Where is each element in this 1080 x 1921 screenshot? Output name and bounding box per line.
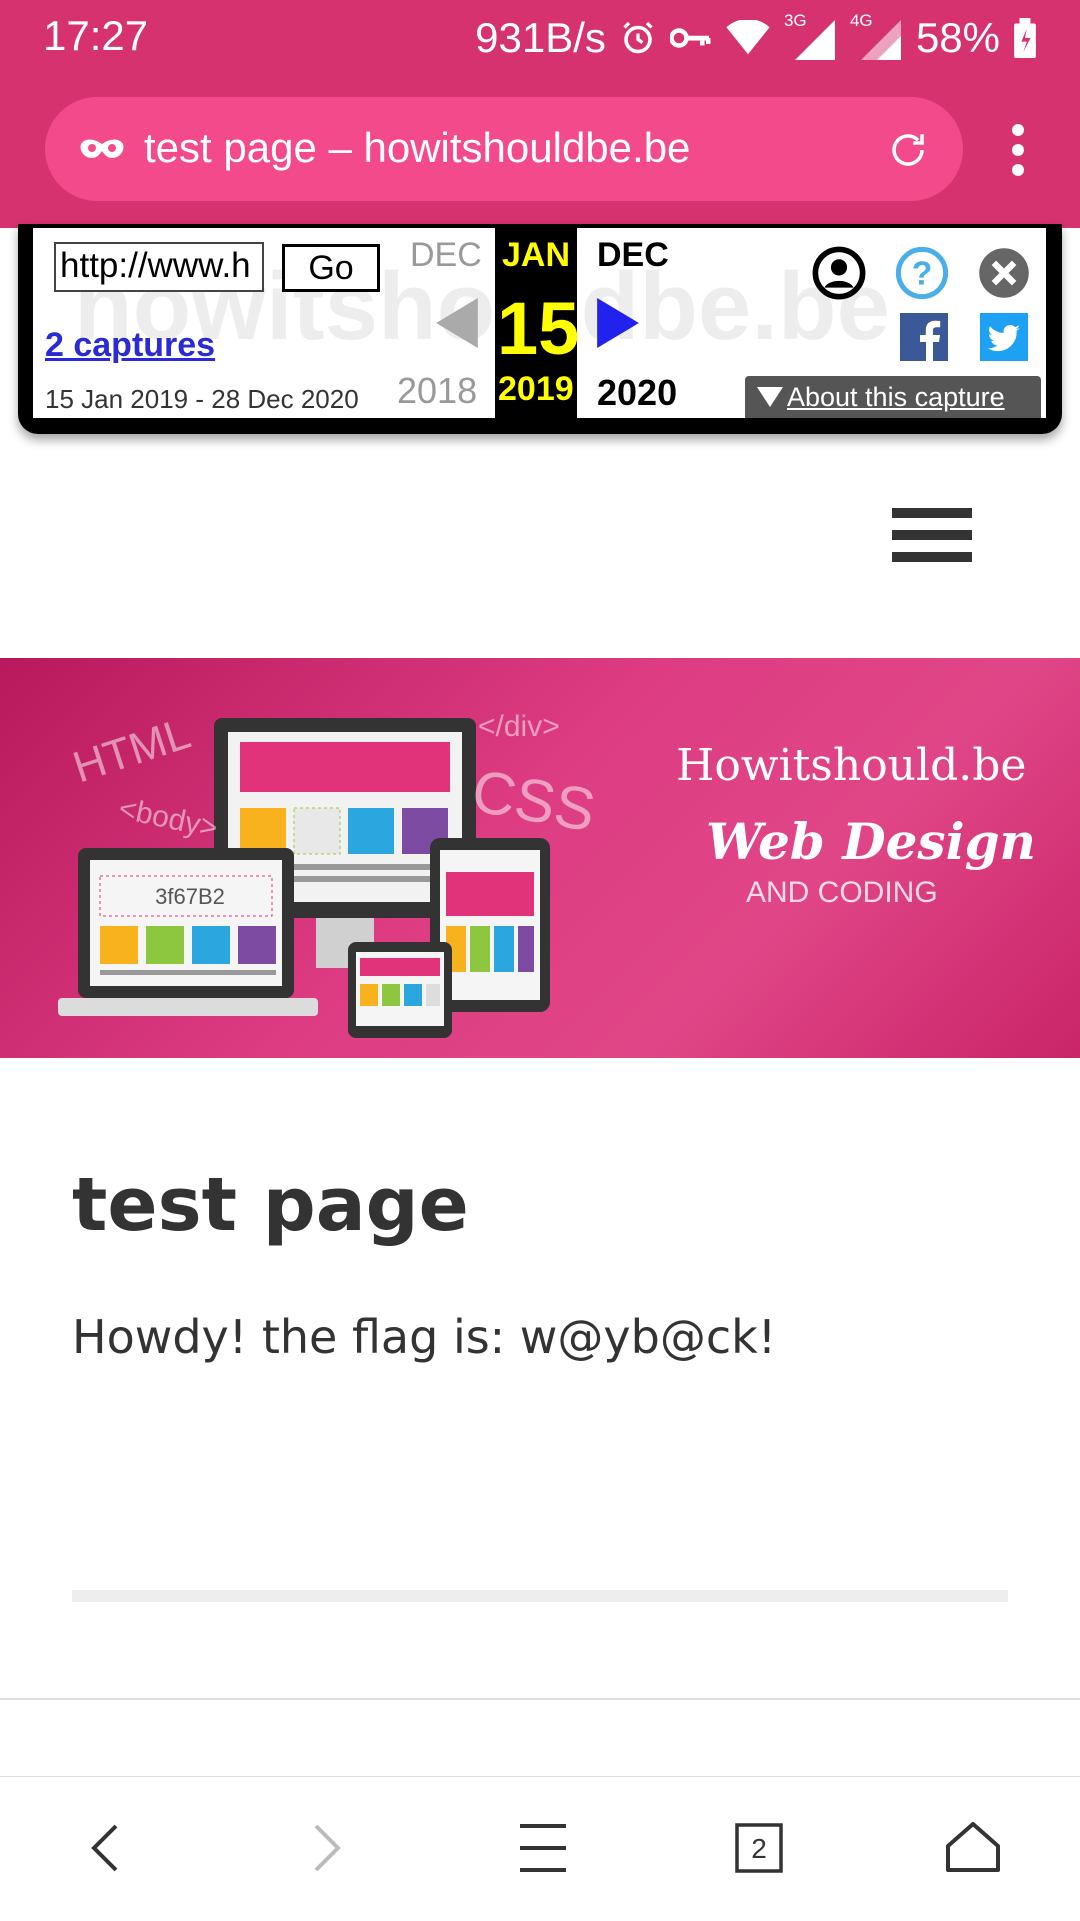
wayback-account-icon[interactable] [812,246,866,300]
tab-count: 2 [751,1833,767,1864]
home-button[interactable] [928,1806,1018,1890]
hero-title: Web Design [706,812,1036,871]
wayback-current-year: 2019 [498,370,574,408]
wayback-go-button[interactable]: Go [282,244,380,292]
twitter-icon[interactable] [980,313,1028,361]
signal-4g-icon: 4G [850,12,902,60]
wayback-prev-year[interactable]: 2018 [397,370,477,412]
triangle-down-icon [757,387,783,407]
footer-divider [0,1698,1080,1700]
back-button[interactable] [60,1806,150,1890]
back-arrow-icon [91,1824,118,1872]
wayback-next-arrow-icon[interactable] [597,298,639,348]
reload-icon[interactable] [887,129,929,171]
wayback-about-capture-button[interactable]: About this capture [745,376,1041,418]
site-menu-hamburger-icon[interactable] [892,508,972,572]
wayback-close-icon[interactable] [977,246,1031,300]
wayback-current-day: 15 [497,287,580,370]
network-speed: 931B/s [475,14,606,61]
hero-code-tag-div: </div> [478,710,560,743]
menu-lines-icon [520,1824,566,1872]
urlbar-page-title[interactable]: test page – howitshouldbe.be [144,124,690,172]
facebook-icon[interactable] [900,313,948,361]
wayback-prev-month[interactable]: DEC [410,236,482,275]
overflow-menu-icon[interactable] [1006,124,1030,176]
incognito-mask-icon [80,139,124,158]
wayback-prev-arrow-icon[interactable] [436,298,478,348]
vpn-key-icon [669,28,711,48]
battery-percent: 58% [915,14,1000,61]
wayback-next-year[interactable]: 2020 [597,372,677,414]
svg-text:?: ? [912,254,933,292]
hero-subtitle: AND CODING [746,876,938,909]
tabs-button[interactable]: 2 [714,1806,804,1890]
hero-brand: Howitshould.be [676,740,1027,791]
wayback-captures-link[interactable]: 2 captures [45,326,215,365]
wayback-url-input[interactable]: http://www.h [54,242,264,292]
wayback-date-range: 15 Jan 2019 - 28 Dec 2020 [45,384,359,414]
wifi-icon [726,20,770,55]
signal-3g-icon: 3G [784,12,836,60]
wayback-help-icon[interactable]: ? [895,246,949,300]
forward-arrow-icon [314,1824,341,1872]
tabs-icon: 2 [735,1823,783,1873]
content-divider [72,1590,1008,1602]
wayback-current-month: JAN [502,236,571,274]
status-icons: 931B/s 3G 4G 58% [475,12,1036,64]
forward-button[interactable] [282,1806,372,1890]
status-time: 17:27 [43,12,149,59]
page-title: test page [72,1162,469,1248]
battery-icon [1014,18,1036,58]
wayback-next-month[interactable]: DEC [597,236,669,275]
alarm-icon [623,21,653,54]
about-capture-label: About this capture [787,382,1005,412]
menu-button[interactable] [498,1806,588,1890]
home-icon [946,1822,1000,1872]
hero-device-label: 3f67B2 [155,884,225,909]
page-body-text: Howdy! the flag is: w@yb@ck! [72,1310,777,1364]
